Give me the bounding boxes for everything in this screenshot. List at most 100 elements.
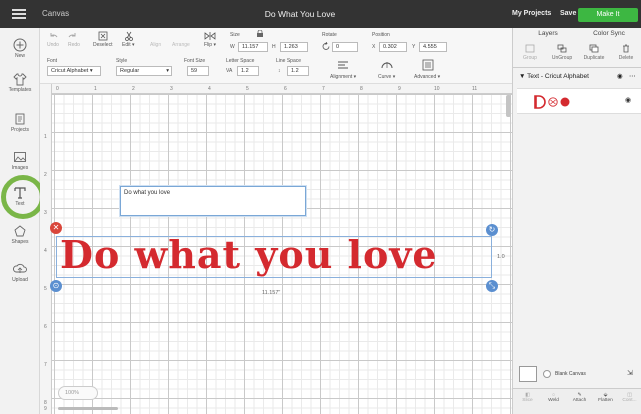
canvas-text-object[interactable]: Do what you love — [60, 232, 490, 277]
hamburger-menu-icon[interactable] — [12, 9, 26, 19]
ungroup-icon — [557, 44, 567, 53]
width-input[interactable]: 11.157 — [238, 42, 268, 52]
canvas-color-swatch[interactable] — [519, 366, 537, 382]
font-size-input[interactable]: 59 — [187, 66, 209, 76]
zoom-control[interactable]: 100% — [58, 386, 98, 400]
ruler-tick: 4 — [44, 248, 47, 254]
layer-thumbnail-icon — [534, 95, 570, 109]
tab-layers[interactable]: Layers — [519, 30, 577, 37]
y-label: Y — [412, 44, 416, 50]
height-dimension-label: 1.0 — [497, 254, 505, 260]
layer-visibility-eye-icon[interactable]: ◉ — [625, 96, 631, 104]
letter-space-label: Letter Space — [226, 58, 255, 64]
align-label[interactable]: Align — [150, 42, 161, 48]
w-label: W — [230, 44, 235, 50]
ruler-tick: 1 — [94, 86, 97, 92]
ruler-tick: 10 — [434, 86, 440, 92]
save-button[interactable]: Save — [560, 10, 576, 17]
templates-tool-label: Templates — [8, 87, 32, 93]
layer-group-row[interactable]: ▼ Text - Cricut Alphabet ◉ ⋯ — [513, 70, 641, 84]
flip-icon[interactable] — [204, 31, 216, 41]
text-edit-box[interactable]: Do what you love — [120, 186, 306, 216]
canvas-horizontal-scrollbar[interactable] — [58, 407, 118, 410]
ruler-tick: 3 — [44, 210, 47, 216]
alignment-icon[interactable] — [337, 60, 349, 70]
group-button[interactable]: Group — [515, 44, 545, 61]
weld-button[interactable]: ◌ Weld — [541, 393, 566, 403]
scissors-icon[interactable] — [124, 31, 134, 41]
redo-icon[interactable] — [68, 32, 78, 40]
x-input[interactable]: 0.302 — [379, 42, 407, 52]
x-label: X — [372, 44, 376, 50]
size-label: Size — [230, 32, 240, 38]
ruler-tick: 2 — [44, 172, 47, 178]
slice-button[interactable]: ◧ Slice — [515, 393, 540, 403]
style-select[interactable]: Regular ▾ — [116, 66, 172, 76]
lock-handle-icon[interactable]: ⊙ — [50, 280, 62, 292]
delete-handle-icon[interactable]: ✕ — [50, 222, 62, 234]
edit-label[interactable]: Edit ▾ — [122, 42, 135, 48]
lock-icon[interactable] — [254, 30, 266, 38]
shapes-tool[interactable]: Shapes — [0, 224, 40, 245]
duplicate-button[interactable]: Duplicate — [579, 44, 609, 61]
curve-label[interactable]: Curve ▾ — [378, 74, 395, 80]
arrange-label[interactable]: Arrange — [172, 42, 190, 48]
font-select[interactable]: Cricut Alphabet ▾ — [47, 66, 101, 76]
width-dimension-label: 11.157" — [262, 290, 281, 296]
rotate-handle-icon[interactable]: ↻ — [486, 224, 498, 236]
upload-icon — [13, 263, 27, 273]
panel-tabs: Layers Color Sync — [513, 28, 641, 40]
rotate-input[interactable]: 0 — [332, 42, 358, 52]
alignment-label[interactable]: Alignment ▾ — [330, 74, 356, 80]
more-options-icon[interactable]: ⋯ — [629, 70, 636, 84]
undo-label: Undo — [47, 42, 59, 48]
visibility-eye-icon[interactable]: ◉ — [617, 70, 623, 84]
blank-canvas-toggle[interactable] — [543, 370, 551, 378]
ruler-tick: 5 — [44, 286, 47, 292]
projects-tool-label: Projects — [10, 127, 30, 133]
curve-icon[interactable] — [381, 60, 393, 70]
flip-label[interactable]: Flip ▾ — [204, 42, 216, 48]
contour-button[interactable]: ◫ Cont... — [617, 393, 641, 403]
my-projects-link[interactable]: My Projects — [512, 10, 551, 17]
new-tool[interactable]: New — [0, 38, 40, 59]
height-input[interactable]: 1.263 — [280, 42, 308, 52]
position-label: Position — [372, 32, 390, 38]
app-name: Canvas — [42, 9, 70, 18]
ruler-tick: 5 — [246, 86, 249, 92]
delete-button[interactable]: Delete — [611, 44, 641, 61]
group-icon — [525, 44, 535, 53]
images-tool-label: Images — [11, 165, 29, 171]
ruler-tick: 6 — [44, 324, 47, 330]
layer-item[interactable]: ◉ — [517, 88, 641, 114]
shapes-tool-label: Shapes — [11, 239, 29, 245]
shapes-icon — [14, 225, 26, 237]
y-input[interactable]: 4.555 — [419, 42, 447, 52]
advanced-label[interactable]: Advanced ▾ — [414, 74, 440, 80]
ungroup-button[interactable]: UnGroup — [547, 44, 577, 61]
canvas-settings-icon[interactable]: ⇲ — [627, 369, 633, 377]
tab-color-sync[interactable]: Color Sync — [579, 30, 639, 37]
letter-space-input[interactable]: 1.2 — [237, 66, 259, 76]
advanced-icon[interactable] — [422, 59, 434, 71]
projects-icon — [15, 113, 25, 125]
templates-tool[interactable]: Templates — [0, 72, 40, 93]
images-tool[interactable]: Images — [0, 150, 40, 171]
projects-tool[interactable]: Projects — [0, 112, 40, 133]
edit-toolbar: Undo Redo Deselect Edit ▾ Align Arrange … — [40, 28, 512, 84]
project-title: Do What You Love — [264, 9, 336, 19]
line-space-input[interactable]: 1.2 — [287, 66, 309, 76]
make-it-button[interactable]: Make It — [578, 8, 638, 22]
blank-canvas-row: Blank Canvas ⇲ — [519, 364, 639, 384]
attach-button[interactable]: ✎ Attach — [567, 393, 592, 403]
ruler-tick: 6 — [284, 86, 287, 92]
undo-icon[interactable] — [48, 32, 58, 40]
ruler-tick: 9 — [44, 406, 47, 412]
upload-tool[interactable]: Upload — [0, 262, 40, 283]
resize-handle-icon[interactable]: ⤡ — [486, 280, 498, 292]
ruler-tick: 7 — [322, 86, 325, 92]
canvas-vertical-scrollbar[interactable] — [506, 95, 511, 117]
shirt-icon — [13, 73, 27, 86]
flatten-button[interactable]: ⬙ Flatten — [593, 393, 618, 403]
deselect-icon[interactable] — [98, 31, 108, 41]
